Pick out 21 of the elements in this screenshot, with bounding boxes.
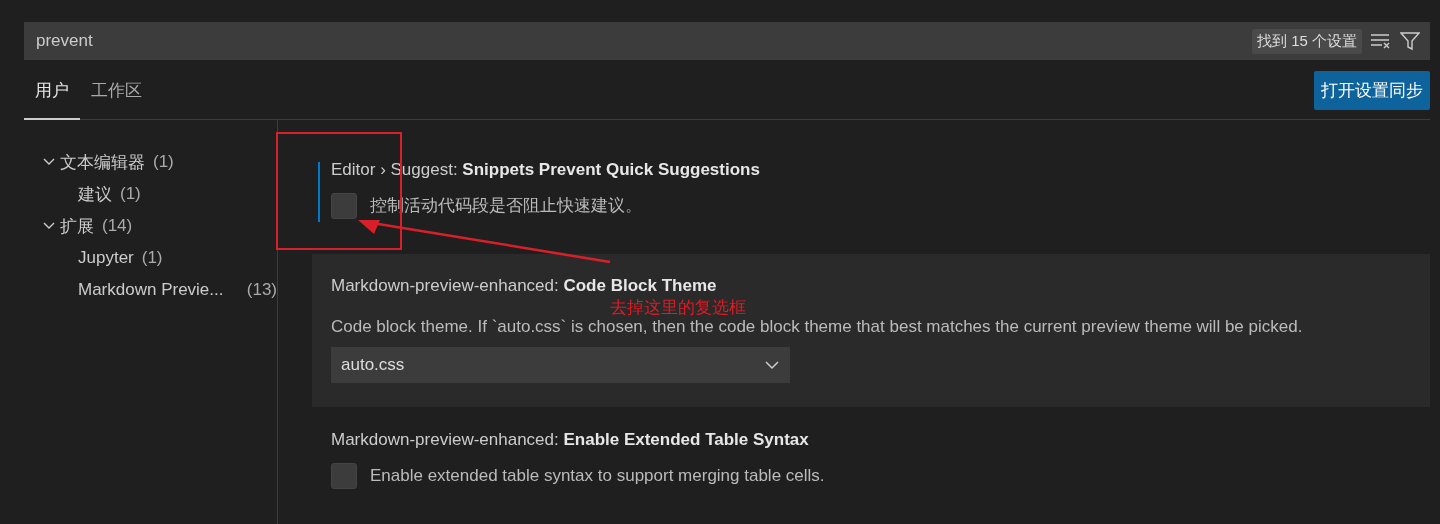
search-input[interactable]: prevent bbox=[34, 30, 1244, 52]
clear-filter-icon[interactable] bbox=[1370, 32, 1392, 50]
toc-item[interactable]: 扩展 (14) bbox=[24, 210, 277, 242]
settings-tab[interactable]: 用户 bbox=[24, 62, 80, 120]
settings-tab[interactable]: 工作区 bbox=[80, 62, 153, 120]
setting-title: Markdown-preview-enhanced: Code Block Theme bbox=[331, 276, 718, 296]
setting-description: Code block theme. If `auto.css` is chosen, then the code block theme that best matches the current preview theme will be picked. bbox=[331, 317, 1304, 337]
checkbox[interactable] bbox=[331, 463, 357, 489]
checkbox[interactable] bbox=[331, 193, 357, 219]
toc-item[interactable]: Jupyter (1) bbox=[24, 242, 277, 274]
result-count: 找到 15 个设置 bbox=[1251, 28, 1362, 54]
toc-item[interactable]: 建议 (1) bbox=[24, 178, 277, 210]
toc-item[interactable]: Markdown Previe... (13) bbox=[24, 274, 277, 306]
setting-description: Enable extended table syntax to support merging table cells. bbox=[370, 466, 825, 486]
setting-title: Markdown-preview-enhanced: Enable Extended Table Syntax bbox=[331, 430, 810, 450]
dropdown[interactable]: auto.css bbox=[331, 347, 790, 383]
search-field[interactable]: prevent 找到 15 个设置 bbox=[24, 22, 1430, 60]
annotation-note: 去掉这里的复选框 bbox=[610, 298, 746, 317]
filter-icon[interactable] bbox=[1400, 31, 1420, 51]
sync-button[interactable]: 打开设置同步 bbox=[1314, 71, 1430, 110]
toc-item[interactable]: 文本编辑器 (1) bbox=[24, 146, 277, 178]
